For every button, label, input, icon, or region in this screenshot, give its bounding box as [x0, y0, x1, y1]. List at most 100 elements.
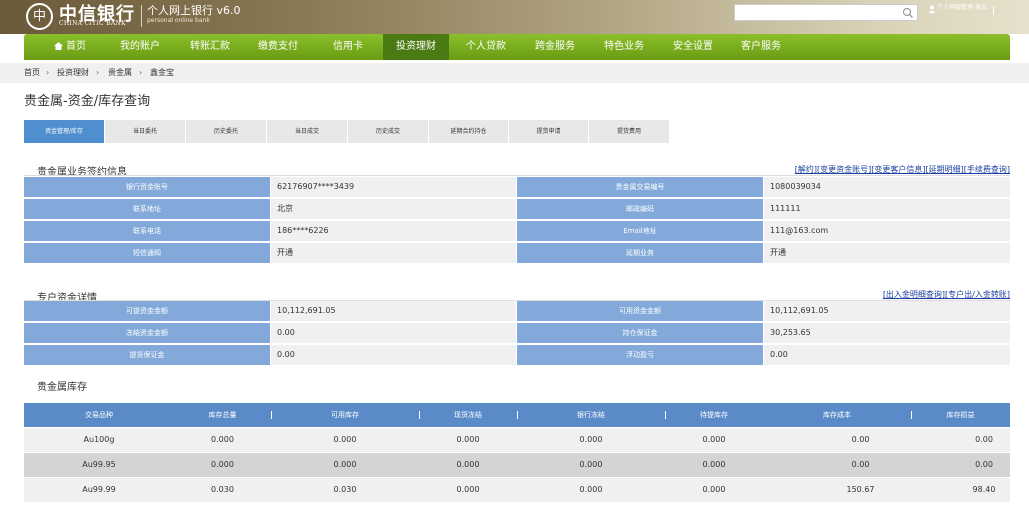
label-floating-pnl: 浮动盈亏 — [517, 345, 763, 365]
page-title: 贵金属-资金/库存查询 — [24, 94, 151, 109]
nav-item-my-account[interactable]: 我的账户 — [108, 34, 172, 60]
search-input[interactable] — [734, 4, 918, 21]
cell-total: 0.030 — [211, 485, 234, 494]
value-postcode: 111111 — [764, 199, 1010, 219]
breadcrumb-precious-metal[interactable]: 贵金属 — [108, 63, 132, 83]
cell-product: Au99.99 — [82, 485, 116, 494]
tab-delivery-request[interactable]: 提货申请 — [509, 120, 589, 143]
tab-delivery-fees[interactable]: 提货费用 — [589, 120, 670, 143]
tab-funds-inventory[interactable]: 资金管理/库存 — [24, 120, 105, 143]
user-icon — [928, 5, 936, 13]
cell-pnl: 0.00 — [975, 460, 993, 469]
tab-today-trades[interactable]: 当日成交 — [267, 120, 348, 143]
label-address: 联系地址 — [24, 199, 270, 219]
label-bank-account: 银行资金账号 — [24, 177, 270, 197]
value-deferred-business: 开通 — [764, 243, 1010, 263]
nav-item-customer-service[interactable]: 客户服务 — [728, 34, 794, 60]
value-trade-id: 1080039034 — [764, 177, 1010, 197]
logo-divider — [141, 5, 142, 27]
cell-pending-delivery: 0.000 — [702, 460, 726, 469]
cell-pending-delivery: 0.000 — [702, 435, 726, 444]
column-header: 可用库存 — [331, 411, 359, 419]
nav-item-home[interactable]: 首页 — [44, 34, 96, 60]
value-delivery-margin: 0.00 — [271, 345, 516, 365]
column-header: 交易品种 — [85, 411, 113, 419]
breadcrumb-separator: › — [139, 68, 143, 77]
home-icon — [54, 42, 63, 50]
bank-name-en: CHINA CITIC BANK — [59, 20, 126, 27]
value-phone: 186****6226 — [271, 221, 516, 241]
user-links[interactable]: 个人网银管理 退出 — [937, 4, 989, 11]
cell-total: 0.000 — [211, 460, 234, 469]
column-header: 待提库存 — [700, 411, 728, 419]
label-delivery-margin: 提货保证金 — [24, 345, 270, 365]
label-deferred-business: 延期业务 — [517, 243, 763, 263]
breadcrumb-separator: › — [46, 68, 50, 77]
inventory-table-header: 交易品种 库存总量 可用库存 现货冻结 银行冻结 待提库存 库存成本 库存损益 — [24, 403, 1010, 427]
breadcrumb-separator: › — [96, 68, 100, 77]
value-withdrawable-funds: 10,112,691.05 — [271, 301, 516, 321]
nav-item-featured[interactable]: 特色业务 — [591, 34, 657, 60]
nav-item-cross-finance[interactable]: 跨金服务 — [522, 34, 588, 60]
cell-pnl: 98.40 — [972, 485, 996, 494]
label-sms-notice: 短信通知 — [24, 243, 270, 263]
bank-logo[interactable]: 中 — [26, 3, 53, 30]
value-bank-account: 62176907****3439 — [271, 177, 516, 197]
header-banner: 中 中信银行 CHINA CITIC BANK 个人网上银行 v6.0 pers… — [0, 0, 1029, 34]
cell-bank-frozen: 0.000 — [579, 460, 603, 469]
label-withdrawable-funds: 可提资金金额 — [24, 301, 270, 321]
nav-item-security[interactable]: 安全设置 — [660, 34, 726, 60]
main-nav: 首页 我的账户 转账汇款 缴费支付 信用卡 投资理财 个人贷款 跨金服务 特色业… — [24, 34, 1010, 60]
section-divider — [24, 175, 1010, 176]
search-icon[interactable] — [902, 7, 914, 19]
value-position-margin: 30,253.65 — [764, 323, 1010, 343]
funds-action-links[interactable]: [出入金明细查询][专户出/入金转账] — [883, 289, 1010, 300]
cell-pnl: 0.00 — [975, 435, 993, 444]
table-row: Au100g 0.000 0.000 0.000 0.000 0.000 0.0… — [24, 428, 1010, 452]
table-row: Au99.95 0.000 0.000 0.000 0.000 0.000 0.… — [24, 453, 1010, 477]
nav-item-payment[interactable]: 缴费支付 — [246, 34, 310, 60]
tab-history-orders[interactable]: 历史委托 — [186, 120, 267, 143]
nav-item-transfer[interactable]: 转账汇款 — [178, 34, 242, 60]
nav-item-credit-card[interactable]: 信用卡 — [316, 34, 380, 60]
column-header: 库存成本 — [823, 411, 851, 419]
label-position-margin: 持仓保证金 — [517, 323, 763, 343]
cell-available: 0.000 — [333, 435, 357, 444]
value-sms-notice: 开通 — [271, 243, 516, 263]
cell-product: Au100g — [83, 435, 115, 444]
cell-available: 0.030 — [333, 485, 357, 494]
inventory-section-title: 贵金属库存 — [37, 382, 87, 393]
breadcrumb-home[interactable]: 首页 — [24, 63, 40, 83]
column-header: 现货冻结 — [454, 411, 482, 419]
breadcrumb-current: 鑫金宝 — [150, 68, 174, 77]
value-available-funds: 10,112,691.05 — [764, 301, 1010, 321]
label-frozen-funds: 冻结资金金额 — [24, 323, 270, 343]
breadcrumb: 首页 › 投资理财 › 贵金属 › 鑫金宝 — [0, 63, 1029, 83]
nav-item-investment[interactable]: 投资理财 — [383, 34, 449, 60]
cell-bank-frozen: 0.000 — [579, 485, 603, 494]
cell-spot-frozen: 0.000 — [456, 460, 480, 469]
tab-today-orders[interactable]: 当日委托 — [105, 120, 186, 143]
column-header: 银行冻结 — [577, 411, 605, 419]
tab-history-trades[interactable]: 历史成交 — [348, 120, 429, 143]
signing-action-links[interactable]: [解约][变更资金账号][变更客户信息][延期明细][手续费查询] — [795, 164, 1010, 175]
cell-pending-delivery: 0.000 — [702, 485, 726, 494]
cell-spot-frozen: 0.000 — [456, 485, 480, 494]
cell-spot-frozen: 0.000 — [456, 435, 480, 444]
system-name: 个人网上银行 v6.0 — [147, 4, 241, 17]
column-header: 库存总量 — [208, 411, 237, 419]
value-email: 111@163.com — [764, 221, 1010, 241]
label-phone: 联系电话 — [24, 221, 270, 241]
breadcrumb-investment[interactable]: 投资理财 — [57, 63, 89, 83]
value-address: 北京 — [271, 199, 516, 219]
table-row: Au99.99 0.030 0.030 0.000 0.000 0.000 15… — [24, 478, 1010, 502]
label-available-funds: 可用资金金额 — [517, 301, 763, 321]
value-floating-pnl: 0.00 — [764, 345, 1010, 365]
label-trade-id: 贵金属交易编号 — [517, 177, 763, 197]
system-subtitle: personal online bank — [147, 17, 210, 24]
label-postcode: 邮政编码 — [517, 199, 763, 219]
tab-deferred-positions[interactable]: 延期合约持仓 — [429, 120, 509, 143]
label-email: Email地址 — [517, 221, 763, 241]
nav-item-loan[interactable]: 个人贷款 — [453, 34, 519, 60]
column-header: 库存损益 — [946, 411, 975, 419]
